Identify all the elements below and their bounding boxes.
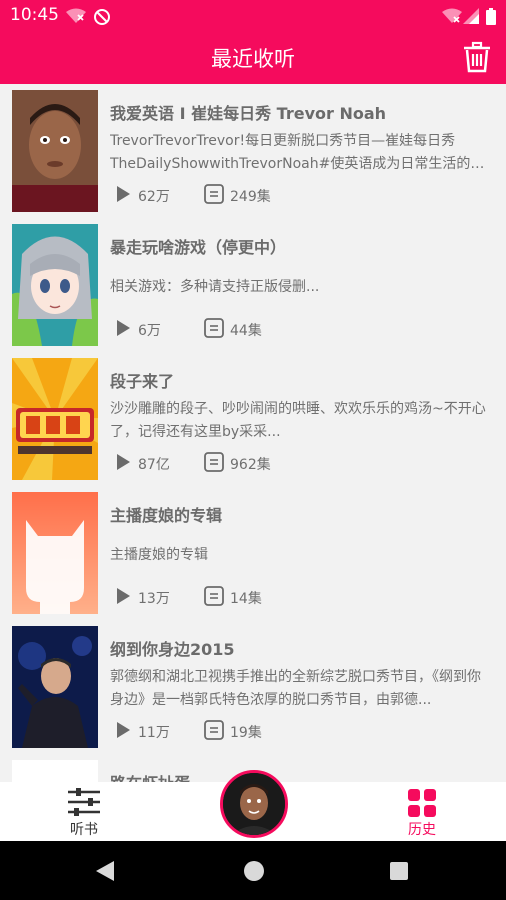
episodes-icon [204, 586, 224, 606]
album-title: 暴走玩啥游戏（停更中） [110, 238, 287, 257]
album-item[interactable]: 主播度娘的专辑 主播度娘的专辑 13万 14集 [0, 486, 506, 620]
album-description: TrevorTrevorTrevor!每日更新脱口秀节目—崔娃每日秀TheDai… [110, 133, 485, 172]
now-playing-avatar[interactable] [220, 770, 288, 838]
history-list[interactable]: 我爱英语 I 崔娃每日秀 Trevor Noah TrevorTrevorTre… [0, 84, 506, 782]
episode-count: 14集 [230, 591, 262, 607]
album-title: 主播度娘的专辑 [110, 506, 223, 525]
trash-icon [464, 41, 490, 73]
clear-history-button[interactable] [462, 41, 492, 73]
album-item[interactable]: 暴走玩啥游戏（停更中） 相关游戏：多种请支持正版侵删... 6万 44集 [0, 218, 506, 352]
play-icon [117, 588, 130, 604]
album-cover [12, 492, 98, 614]
grid-icon [408, 789, 436, 817]
album-item[interactable]: 纲到你身边2015 郭德纲和湖北卫视携手推出的全新综艺脱口秀节目，《纲到你身边》… [0, 620, 506, 754]
album-description: 沙沙雕雕的段子、吵吵闹闹的哄睡、欢欢乐乐的鸡汤~不开心了，记得还有这里by采采.… [110, 401, 486, 440]
tab-label: 历史 [408, 822, 436, 838]
recents-icon[interactable] [389, 861, 409, 881]
back-icon[interactable] [94, 860, 116, 882]
episode-count: 44集 [230, 323, 262, 339]
battery-icon [486, 8, 496, 25]
album-cover [12, 760, 98, 782]
signal-icon [463, 8, 479, 24]
album-item[interactable]: 我爱英语 I 崔娃每日秀 Trevor Noah TrevorTrevorTre… [0, 84, 506, 218]
do-not-disturb-icon [94, 9, 110, 25]
tab-history[interactable]: 历史 [382, 782, 462, 841]
play-icon [117, 186, 130, 202]
album-item[interactable]: 段子来了 沙沙雕雕的段子、吵吵闹闹的哄睡、欢欢乐乐的鸡汤~不开心了，记得还有这里… [0, 352, 506, 486]
play-icon [117, 722, 130, 738]
play-icon [117, 454, 130, 470]
play-icon [117, 320, 130, 336]
album-title: 我爱英语 I 崔娃每日秀 Trevor Noah [110, 104, 387, 123]
system-nav-bar [0, 841, 506, 900]
wifi-x-icon [442, 8, 462, 23]
play-count: 11万 [138, 725, 170, 741]
sliders-icon [68, 788, 100, 816]
album-description: 相关游戏：多种请支持正版侵删... [110, 279, 320, 295]
album-cover [12, 90, 98, 212]
page-title: 最近收听 [211, 47, 295, 71]
tab-audiobooks[interactable]: 听书 [44, 782, 124, 841]
album-cover [12, 358, 98, 480]
album-title: 纲到你身边2015 [110, 640, 235, 659]
album-description: 主播度娘的专辑 [110, 547, 208, 563]
album-description: 郭德纲和湖北卫视携手推出的全新综艺脱口秀节目，《纲到你身边》是一档郭氏特色浓厚的… [110, 669, 481, 708]
album-title: 段子来了 [110, 372, 175, 391]
episode-count: 19集 [230, 725, 262, 741]
status-time: 10:45 [10, 5, 59, 25]
episodes-icon [204, 184, 224, 204]
home-icon[interactable] [243, 860, 265, 882]
play-count: 13万 [138, 591, 170, 607]
play-count: 6万 [138, 323, 161, 339]
episode-count: 249集 [230, 189, 271, 205]
episodes-icon [204, 318, 224, 338]
play-count: 87亿 [138, 457, 170, 473]
tab-label: 听书 [70, 822, 98, 838]
app-bar: 最近收听 [0, 31, 506, 84]
album-title: 路在虾扯蛋 [110, 770, 490, 782]
album-cover [12, 224, 98, 346]
episode-count: 962集 [230, 457, 271, 473]
album-cover [12, 626, 98, 748]
episodes-icon [204, 452, 224, 472]
status-bar: 10:45 [0, 0, 506, 31]
episodes-icon [204, 720, 224, 740]
wifi-off-icon [66, 8, 86, 23]
play-count: 62万 [138, 189, 170, 205]
